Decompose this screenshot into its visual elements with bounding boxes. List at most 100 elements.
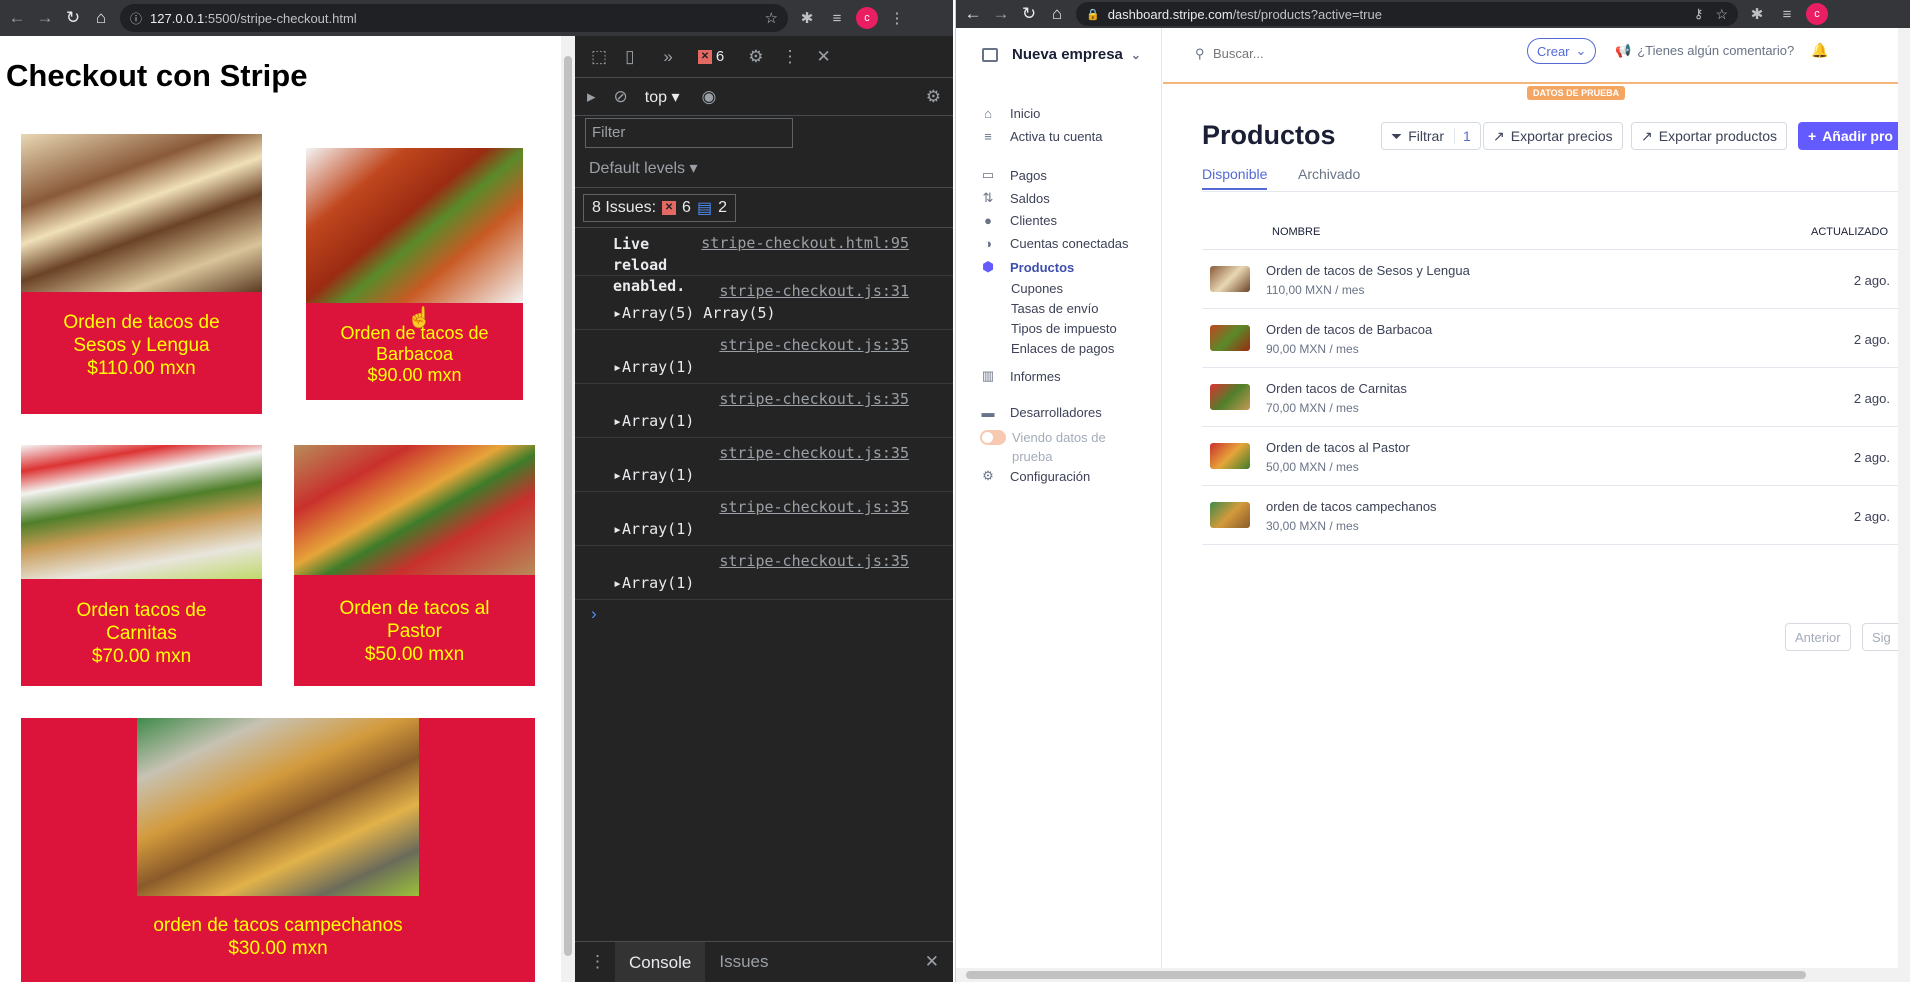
reload-icon[interactable]: ↻ xyxy=(62,7,84,29)
sidebar-item-cuentas[interactable]: ◑ Cuentas conectadas xyxy=(980,236,1128,251)
sidebar-item-informes[interactable]: ▥ Informes xyxy=(980,368,1061,384)
table-row[interactable]: Orden de tacos de Barbacoa 90,00 MXN / m… xyxy=(1202,309,1910,368)
sidebar-item-configuracion[interactable]: ⚙ Configuración xyxy=(980,468,1090,484)
page-scrollbar[interactable] xyxy=(1898,28,1910,982)
toggle-switch[interactable] xyxy=(980,430,1006,445)
address-bar[interactable]: ⓘ 127.0.0.1 :5500/stripe-checkout.html ☆ xyxy=(120,4,788,32)
devtools-menu-icon[interactable]: ⋮ xyxy=(781,47,798,67)
sidebar-item-saldos[interactable]: ⇅ Saldos xyxy=(980,190,1050,206)
tab-disponible[interactable]: Disponible xyxy=(1202,166,1268,190)
more-tabs-icon[interactable]: » xyxy=(663,47,672,67)
console-settings-icon[interactable]: ⚙ xyxy=(926,87,941,107)
console-message[interactable]: stripe-checkout.js:35 ▸Array(1) xyxy=(575,438,953,492)
extensions-icon[interactable]: ✱ xyxy=(796,9,818,27)
search-input[interactable] xyxy=(1213,42,1413,64)
context-selector[interactable]: top ▾ xyxy=(645,87,680,107)
info-icon[interactable]: ⓘ xyxy=(130,10,142,27)
extensions-icon[interactable]: ✱ xyxy=(1746,5,1768,23)
forward-icon[interactable]: → xyxy=(34,7,56,29)
console-source-link[interactable]: stripe-checkout.js:35 xyxy=(719,498,909,516)
issues-button[interactable]: 8 Issues: ✕ 6 ▤ 2 xyxy=(583,194,736,222)
close-drawer-icon[interactable]: ✕ xyxy=(925,952,939,972)
clear-console-icon[interactable]: ⊘ xyxy=(614,87,628,107)
tab-console[interactable]: Console xyxy=(615,941,706,982)
export-prices-button[interactable]: ↗ Exportar precios xyxy=(1483,122,1623,150)
devtools-panel: ⬚ ▯ » ✕ 6 ⚙ ⋮ ✕ ▸ ⊘ top ▾ ◉ ⚙ Filter Defa… xyxy=(575,36,953,982)
console-message[interactable]: stripe-checkout.js:35 ▸Array(1) xyxy=(575,546,953,600)
eye-icon[interactable]: ◉ xyxy=(702,87,717,107)
reload-icon[interactable]: ↻ xyxy=(1018,3,1040,25)
table-row[interactable]: Orden de tacos al Pastor 50,00 MXN / mes… xyxy=(1202,427,1910,486)
console-message[interactable]: stripe-checkout.js:35 ▸Array(1) xyxy=(575,492,953,546)
console-source-link[interactable]: stripe-checkout.html:95 xyxy=(701,234,909,252)
table-row[interactable]: Orden tacos de Carnitas 70,00 MXN / mes … xyxy=(1202,368,1910,427)
console-source-link[interactable]: stripe-checkout.js:35 xyxy=(719,552,909,570)
console-message[interactable]: stripe-checkout.js:35 ▸Array(1) xyxy=(575,384,953,438)
product-card[interactable]: Orden de tacos al Pastor $50.00 mxn xyxy=(294,445,535,686)
profile-avatar[interactable]: c xyxy=(1806,3,1828,25)
pagination-prev-button[interactable]: Anterior xyxy=(1785,623,1851,651)
sidebar-toggle-icon[interactable]: ▸ xyxy=(587,87,596,107)
sidebar-item-desarrolladores[interactable]: ▬ Desarrolladores xyxy=(980,405,1102,420)
home-icon[interactable]: ⌂ xyxy=(1046,3,1068,25)
media-icon[interactable]: ≡ xyxy=(826,10,848,27)
bookmark-star-icon[interactable]: ☆ xyxy=(1715,6,1728,23)
product-card[interactable]: orden de tacos campechanos $30.00 mxn xyxy=(21,718,535,982)
product-card[interactable]: Orden de tacos de Barbacoa $90.00 mxn xyxy=(306,148,523,400)
address-bar[interactable]: 🔒 dashboard.stripe.com /test/products?ac… xyxy=(1076,2,1738,26)
sidebar-item-cupones[interactable]: Cupones xyxy=(1011,281,1063,296)
sidebar-item-productos[interactable]: ⬢ Productos xyxy=(980,259,1074,275)
console-message[interactable]: stripe-checkout.js:35 ▸Array(1) xyxy=(575,330,953,384)
console-source-link[interactable]: stripe-checkout.js:35 xyxy=(719,390,909,408)
error-counter[interactable]: ✕ 6 xyxy=(697,48,724,65)
table-row[interactable]: Orden de tacos de Sesos y Lengua 110,00 … xyxy=(1202,250,1910,309)
product-card[interactable]: Orden tacos de Carnitas $70.00 mxn xyxy=(21,445,262,686)
device-toolbar-icon[interactable]: ▯ xyxy=(625,47,634,67)
console-source-link[interactable]: stripe-checkout.js:35 xyxy=(719,444,909,462)
create-button[interactable]: Crear ⌄ xyxy=(1527,38,1597,64)
console-source-link[interactable]: stripe-checkout.js:31 xyxy=(719,282,909,300)
console-filter-input[interactable]: Filter xyxy=(585,118,793,148)
console-source-link[interactable]: stripe-checkout.js:35 xyxy=(719,336,909,354)
settings-gear-icon[interactable]: ⚙ xyxy=(748,47,763,67)
profile-avatar[interactable]: c xyxy=(856,7,878,29)
filter-button[interactable]: ⏷ Filtrar 1 xyxy=(1381,122,1481,150)
console-message[interactable]: stripe-checkout.js:31 ▸Array(5) Array(5) xyxy=(575,276,953,330)
log-levels-dropdown[interactable]: Default levels ▾ xyxy=(589,158,698,178)
test-data-toggle[interactable]: Viendo datos de prueba xyxy=(980,428,1122,466)
drawer-menu-icon[interactable]: ⋮ xyxy=(589,952,606,972)
inspect-element-icon[interactable]: ⬚ xyxy=(591,47,607,67)
account-switcher[interactable]: Nueva empresa ⌄ xyxy=(982,46,1141,63)
sidebar-item-enlaces[interactable]: Enlaces de pagos xyxy=(1011,341,1114,356)
plus-icon: + xyxy=(1808,128,1817,144)
forward-icon[interactable]: → xyxy=(990,3,1012,25)
add-product-button[interactable]: + Añadir pro xyxy=(1798,122,1908,150)
product-card[interactable]: Orden de tacos de Sesos y Lengua $110.00… xyxy=(21,134,262,414)
product-name: Orden de tacos al Pastor xyxy=(339,598,490,642)
sidebar-item-pagos[interactable]: ▭ Pagos xyxy=(980,167,1047,183)
sidebar-item-tipos[interactable]: Tipos de impuesto xyxy=(1011,321,1117,336)
sidebar-item-inicio[interactable]: ⌂ Inicio xyxy=(980,106,1040,121)
menu-kebab-icon[interactable]: ⋮ xyxy=(886,9,908,27)
tab-issues[interactable]: Issues xyxy=(705,952,782,972)
table-row[interactable]: orden de tacos campechanos 30,00 MXN / m… xyxy=(1202,486,1910,545)
console-prompt-icon[interactable]: › xyxy=(591,604,597,624)
pagination-next-button[interactable]: Sig xyxy=(1862,623,1902,651)
bell-icon[interactable]: 🔔 xyxy=(1811,42,1828,59)
back-icon[interactable]: ← xyxy=(962,3,984,25)
close-devtools-icon[interactable]: ✕ xyxy=(816,47,830,67)
issues-info-count: 2 xyxy=(718,199,727,216)
sidebar-item-clientes[interactable]: ● Clientes xyxy=(980,213,1057,228)
media-icon[interactable]: ≡ xyxy=(1776,6,1798,23)
export-products-button[interactable]: ↗ Exportar productos xyxy=(1631,122,1788,150)
home-icon[interactable]: ⌂ xyxy=(90,7,112,29)
horizontal-scrollbar[interactable] xyxy=(956,968,1898,982)
key-icon[interactable]: ⚷ xyxy=(1694,6,1704,22)
page-scrollbar[interactable] xyxy=(561,36,575,982)
bookmark-star-icon[interactable]: ☆ xyxy=(765,9,778,27)
back-icon[interactable]: ← xyxy=(6,7,28,29)
sidebar-item-tasas[interactable]: Tasas de envío xyxy=(1011,301,1098,316)
sidebar-item-activa[interactable]: ≡ Activa tu cuenta xyxy=(980,129,1102,144)
tab-archivado[interactable]: Archivado xyxy=(1298,166,1360,182)
feedback-link[interactable]: 📢 ¿Tienes algún comentario? xyxy=(1615,43,1794,59)
